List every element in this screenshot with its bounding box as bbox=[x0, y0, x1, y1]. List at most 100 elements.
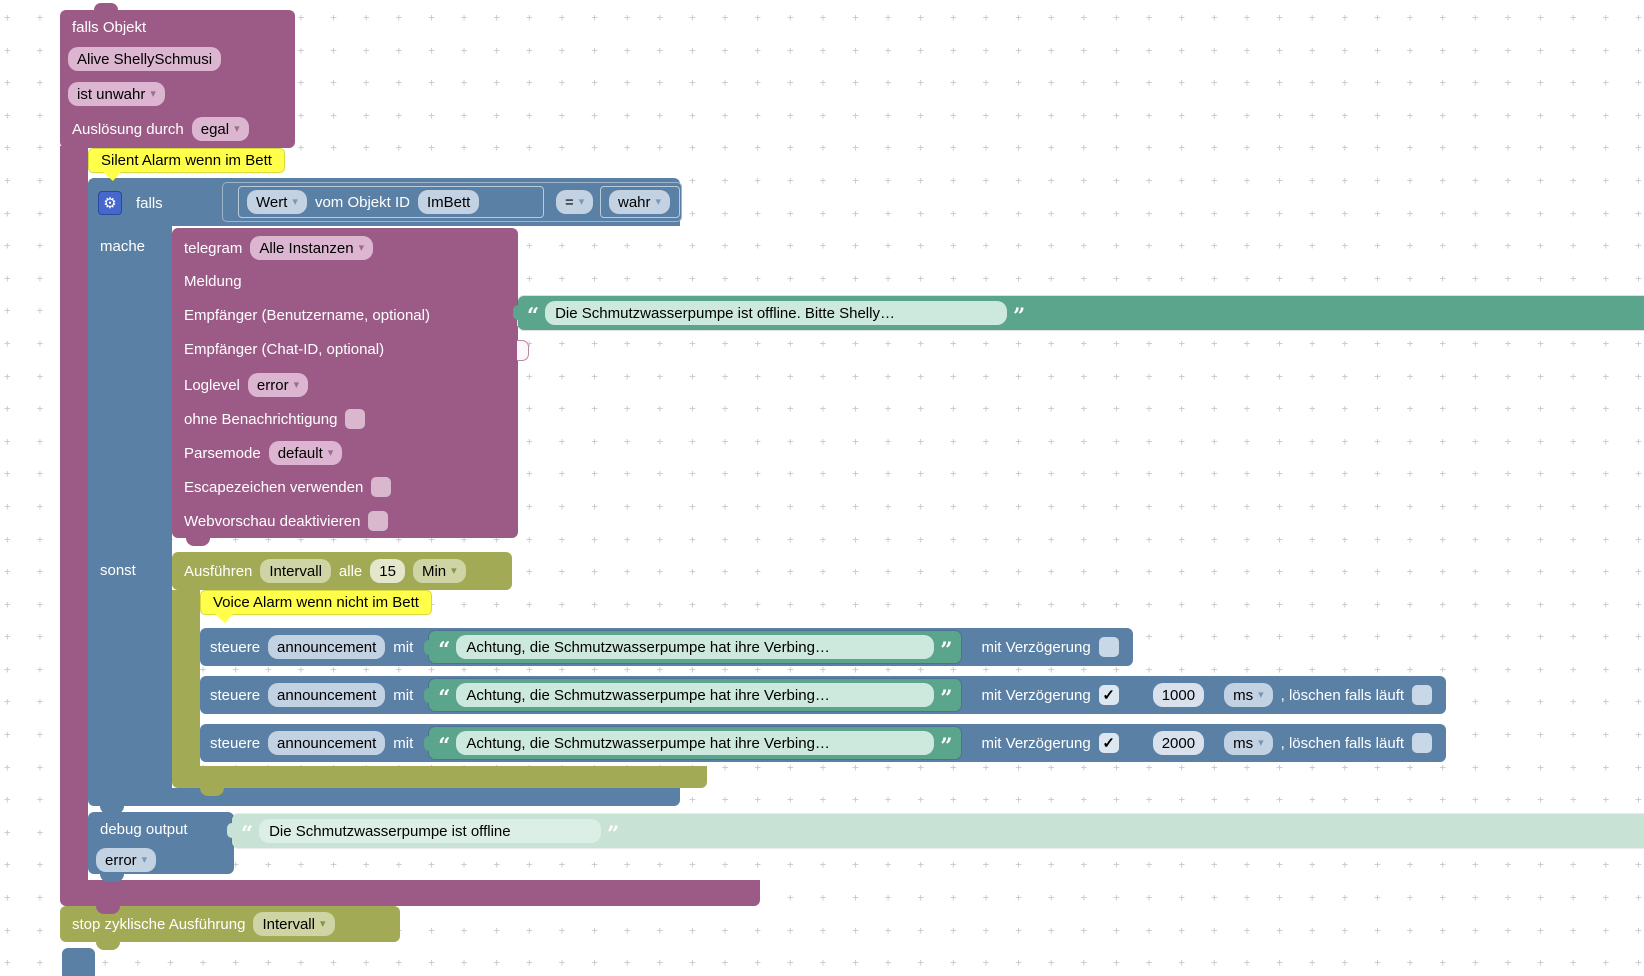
is-condition-dropdown[interactable]: ist unwahr ▾ bbox=[68, 82, 165, 106]
telegram-instance-text: Alle Instanzen bbox=[259, 239, 354, 257]
delay-value-field[interactable]: 1000 bbox=[1152, 683, 1205, 707]
announce-text-block[interactable]: “ Achtung, die Schmutzwasserpumpe hat ih… bbox=[424, 631, 962, 663]
chevron-down-icon: ▾ bbox=[293, 378, 300, 391]
steuere-label: steuere bbox=[210, 638, 261, 656]
interval-block-bottom[interactable] bbox=[172, 766, 707, 796]
stop-label: stop zyklische Ausführung bbox=[72, 915, 246, 933]
announce-block-1[interactable]: steuere announcement mit “ Achtung, die … bbox=[200, 628, 1133, 666]
announce-object-field[interactable]: announcement bbox=[268, 683, 386, 707]
value-type-text: Wert bbox=[256, 193, 288, 211]
empfaenger-user-label: Empfänger (Benutzername, optional) bbox=[184, 307, 430, 324]
trigger-block-bottom[interactable] bbox=[60, 880, 760, 914]
partial-block[interactable] bbox=[62, 948, 95, 976]
interval-block-spine[interactable] bbox=[172, 590, 200, 766]
delay-label: mit Verzögerung bbox=[981, 638, 1091, 656]
chevron-down-icon: ▾ bbox=[578, 195, 585, 208]
announce-object-field[interactable]: announcement bbox=[268, 731, 386, 755]
stop-name-text: Intervall bbox=[262, 915, 315, 933]
debug-text-block[interactable]: “ Die Schmutzwasserpumpe ist offline ” bbox=[227, 814, 1644, 848]
stop-name-field[interactable]: Intervall ▾ bbox=[253, 912, 335, 936]
interval-unit-dropdown[interactable]: Min ▾ bbox=[412, 559, 466, 583]
delay-unit-text: ms bbox=[1233, 686, 1254, 704]
delay-checkbox[interactable] bbox=[1098, 637, 1119, 657]
delay-unit-dropdown[interactable]: ms ▾ bbox=[1224, 683, 1273, 707]
delay-unit-dropdown[interactable]: ms ▾ bbox=[1224, 731, 1273, 755]
delay-checkbox[interactable]: ✓ bbox=[1098, 685, 1119, 705]
get-value-block[interactable]: Wert ▾ vom Objekt ID ImBett bbox=[238, 186, 544, 218]
mit-label: mit bbox=[393, 686, 414, 704]
steuere-label: steuere bbox=[210, 686, 261, 704]
telegram-instance-dropdown[interactable]: Alle Instanzen ▾ bbox=[250, 236, 374, 260]
clear-checkbox[interactable] bbox=[1412, 685, 1433, 705]
announce-text-field[interactable]: Achtung, die Schmutzwasserpumpe hat ihre… bbox=[456, 635, 935, 659]
announce-text-field[interactable]: Achtung, die Schmutzwasserpumpe hat ihre… bbox=[456, 731, 935, 755]
webpreview-checkbox[interactable] bbox=[368, 511, 389, 531]
if-block-column[interactable]: mache sonst bbox=[88, 226, 172, 788]
blockly-workspace: ++++++++++++++++++++++++++++++++++++++++… bbox=[0, 0, 1644, 976]
debug-text-field[interactable]: Die Schmutzwasserpumpe ist offline bbox=[259, 819, 602, 843]
interval-unit-text: Min bbox=[421, 562, 447, 580]
if-block-bottom[interactable] bbox=[88, 788, 680, 814]
connector-bump bbox=[94, 3, 118, 10]
interval-block-header[interactable]: Ausführen Intervall alle 15 Min ▾ bbox=[172, 552, 512, 590]
debug-level-text: error bbox=[105, 851, 137, 869]
bool-text: wahr bbox=[618, 193, 651, 211]
value-type-dropdown[interactable]: Wert ▾ bbox=[247, 190, 307, 214]
silent-checkbox[interactable] bbox=[345, 409, 366, 429]
chevron-down-icon: ▾ bbox=[150, 87, 156, 100]
meldung-text-block[interactable]: “ Die Schmutzwasserpumpe ist offline. Bi… bbox=[513, 296, 1644, 330]
gear-icon[interactable]: ⚙ bbox=[98, 191, 122, 215]
is-condition-text: ist unwahr bbox=[77, 85, 146, 103]
loglevel-dropdown[interactable]: error ▾ bbox=[247, 373, 309, 397]
sonst-label: sonst bbox=[100, 562, 136, 579]
announce-object-field[interactable]: announcement bbox=[268, 635, 386, 659]
meldung-label: Meldung bbox=[184, 273, 242, 290]
operator-dropdown[interactable]: = ▾ bbox=[556, 190, 594, 214]
silent-label: ohne Benachrichtigung bbox=[184, 410, 338, 428]
chevron-down-icon: ▾ bbox=[292, 195, 298, 208]
chevron-down-icon: ▾ bbox=[1258, 688, 1264, 701]
delay-checkbox[interactable]: ✓ bbox=[1098, 733, 1119, 753]
escape-checkbox[interactable] bbox=[371, 477, 392, 497]
connector-bump bbox=[186, 538, 210, 546]
meldung-text-field[interactable]: Die Schmutzwasserpumpe ist offline. Bitt… bbox=[545, 301, 1008, 325]
interval-name-field[interactable]: Intervall bbox=[260, 559, 331, 583]
comment-voice-alarm[interactable]: Voice Alarm wenn nicht im Bett bbox=[200, 590, 432, 623]
parsemode-label: Parsemode bbox=[184, 444, 261, 462]
debug-output-block[interactable]: debug output error ▾ bbox=[88, 812, 234, 882]
bool-value-block[interactable]: wahr ▾ bbox=[600, 186, 680, 218]
object-id-field[interactable]: ImBett bbox=[417, 190, 480, 214]
chevron-down-icon: ▾ bbox=[358, 241, 365, 254]
parsemode-dropdown[interactable]: default ▾ bbox=[268, 441, 343, 465]
object-id-field[interactable]: Alive ShellySchmusi bbox=[68, 47, 222, 71]
chevron-down-icon: ▾ bbox=[451, 564, 457, 577]
delay-label: mit Verzögerung bbox=[981, 734, 1091, 752]
trigger-title: falls Objekt bbox=[72, 19, 147, 36]
telegram-block[interactable]: telegram Alle Instanzen ▾ Meldung Empfän… bbox=[172, 228, 529, 546]
comment-text: Silent Alarm wenn im Bett bbox=[101, 152, 272, 169]
comment-silent-alarm[interactable]: Silent Alarm wenn im Bett bbox=[88, 148, 285, 181]
delay-unit-text: ms bbox=[1233, 734, 1254, 752]
clear-checkbox[interactable] bbox=[1412, 733, 1433, 753]
chevron-down-icon: ▾ bbox=[1258, 736, 1264, 749]
announce-text-block[interactable]: “ Achtung, die Schmutzwasserpumpe hat ih… bbox=[424, 727, 962, 759]
telegram-label: telegram bbox=[184, 239, 243, 257]
falls-label: falls bbox=[136, 194, 163, 212]
announce-text-field[interactable]: Achtung, die Schmutzwasserpumpe hat ihre… bbox=[456, 683, 935, 707]
interval-value-field[interactable]: 15 bbox=[370, 559, 405, 583]
connector-bump bbox=[96, 942, 120, 950]
clear-label: , löschen falls läuft bbox=[1280, 686, 1405, 704]
debug-label: debug output bbox=[100, 821, 188, 838]
from-object-label: vom Objekt ID bbox=[314, 193, 410, 211]
announce-block-3[interactable]: steuere announcement mit “ Achtung, die … bbox=[200, 724, 1447, 762]
delay-value-field[interactable]: 2000 bbox=[1152, 731, 1205, 755]
bool-dropdown[interactable]: wahr ▾ bbox=[609, 190, 671, 214]
trigger-block-spine[interactable] bbox=[60, 146, 88, 880]
trigger-by-dropdown[interactable]: egal ▾ bbox=[191, 117, 249, 141]
debug-level-dropdown[interactable]: error ▾ bbox=[96, 848, 157, 872]
announce-block-2[interactable]: steuere announcement mit “ Achtung, die … bbox=[200, 676, 1447, 714]
parsemode-text: default bbox=[277, 444, 323, 462]
loglevel-text: error bbox=[256, 376, 289, 394]
announce-text-block[interactable]: “ Achtung, die Schmutzwasserpumpe hat ih… bbox=[424, 679, 962, 711]
trigger-block[interactable]: falls Objekt Alive ShellySchmusi ist unw… bbox=[60, 3, 295, 148]
